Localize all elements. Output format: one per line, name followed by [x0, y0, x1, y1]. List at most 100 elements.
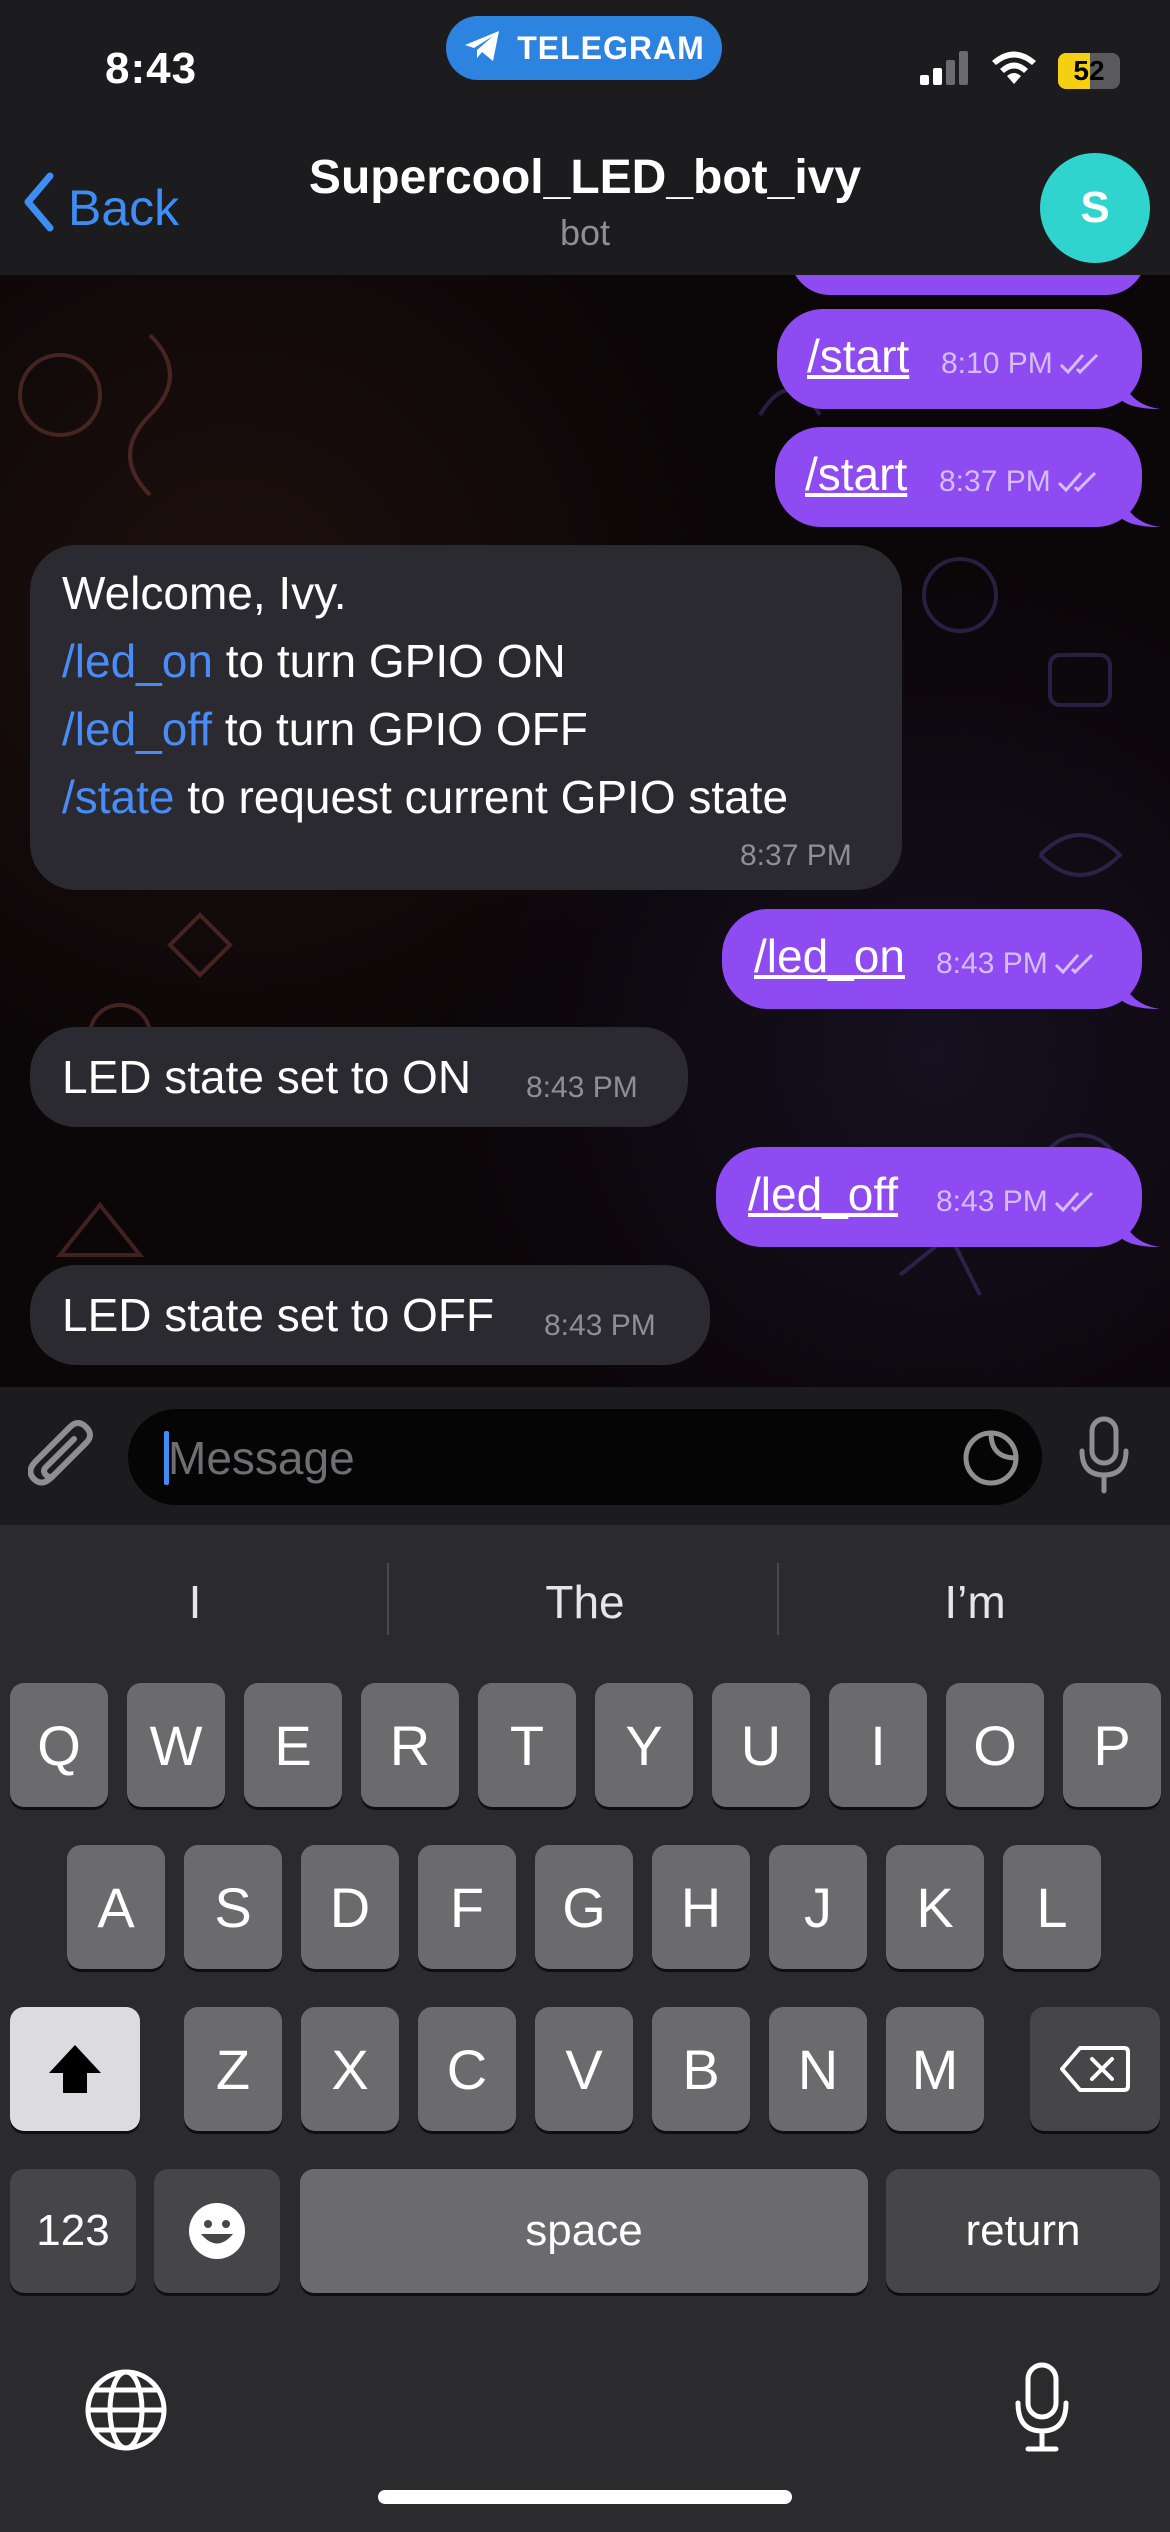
message-text[interactable]: /led_off — [748, 1167, 898, 1221]
telegram-pill-label: TELEGRAM — [517, 29, 705, 66]
incoming-message[interactable]: LED state set to OFF 8:43 PM — [30, 1265, 710, 1365]
key-f[interactable]: F — [418, 1845, 516, 1969]
key-o[interactable]: O — [946, 1683, 1044, 1807]
numbers-key[interactable]: 123 — [10, 2169, 136, 2293]
key-k[interactable]: K — [886, 1845, 984, 1969]
message-meta: 8:43 PM — [936, 1185, 1098, 1219]
message-time: 8:37 PM — [939, 465, 1051, 498]
key-t[interactable]: T — [478, 1683, 576, 1807]
message-time: 8:43 PM — [936, 1185, 1048, 1218]
key-a[interactable]: A — [67, 1845, 165, 1969]
space-key[interactable]: space — [300, 2169, 868, 2293]
key-s[interactable]: S — [184, 1845, 282, 1969]
message-time: 8:43 PM — [526, 1071, 638, 1104]
battery-indicator: 52 — [1058, 52, 1120, 89]
suggestion-2[interactable]: The — [390, 1575, 780, 1629]
key-j[interactable]: J — [769, 1845, 867, 1969]
avatar[interactable]: S — [1040, 153, 1150, 263]
incoming-message[interactable]: Welcome, Ivy. /led_on to turn GPIO ON /l… — [30, 545, 902, 890]
emoji-icon — [189, 2203, 245, 2259]
message-text[interactable]: /led_on — [754, 929, 905, 983]
telegram-app-pill[interactable]: TELEGRAM — [446, 16, 722, 80]
welcome-message-body: Welcome, Ivy. /led_on to turn GPIO ON /l… — [62, 559, 788, 831]
chat-subtitle: bot — [559, 212, 611, 253]
key-u[interactable]: U — [712, 1683, 810, 1807]
message-text[interactable]: /start — [805, 447, 907, 501]
key-r[interactable]: R — [361, 1683, 459, 1807]
chat-title[interactable]: Supercool_LED_bot_ivy — [0, 150, 1170, 205]
bubble-tail — [1120, 369, 1160, 409]
key-c[interactable]: C — [418, 2007, 516, 2131]
message-placeholder: Message — [168, 1432, 355, 1484]
key-h[interactable]: H — [652, 1845, 750, 1969]
double-check-icon — [1057, 471, 1096, 493]
double-check-icon — [1054, 1191, 1093, 1213]
message-meta: 8:10 PM — [941, 347, 1103, 381]
key-i[interactable]: I — [829, 1683, 927, 1807]
key-z[interactable]: Z — [184, 2007, 282, 2131]
message-meta: 8:37 PM — [939, 465, 1101, 499]
message-line: Welcome, Ivy. — [62, 567, 347, 619]
message-bubble-partial — [790, 275, 1146, 295]
command-link-led-on[interactable]: /led_on — [62, 635, 213, 687]
command-link-state[interactable]: /state — [62, 771, 175, 823]
status-time: 8:43 — [105, 44, 198, 93]
bubble-tail — [1120, 487, 1160, 527]
key-e[interactable]: E — [244, 1683, 342, 1807]
message-time: 8:43 PM — [544, 1309, 656, 1342]
bubble-tail — [1120, 1207, 1160, 1247]
backspace-icon — [1060, 2046, 1130, 2092]
suggestion-1[interactable]: I — [0, 1575, 390, 1629]
outgoing-message[interactable]: /start 8:37 PM — [775, 427, 1142, 527]
message-time: 8:43 PM — [936, 947, 1048, 980]
suggestion-divider — [777, 1563, 779, 1635]
key-d[interactable]: D — [301, 1845, 399, 1969]
keyboard: I The I’m Q W E R T Y U I O P A S D F G … — [0, 1525, 1170, 2532]
command-link-led-off[interactable]: /led_off — [62, 703, 212, 755]
home-indicator[interactable] — [378, 2490, 792, 2504]
outgoing-message[interactable]: /start 8:10 PM — [777, 309, 1142, 409]
message-text[interactable]: /start — [807, 329, 909, 383]
key-x[interactable]: X — [301, 2007, 399, 2131]
key-v[interactable]: V — [535, 2007, 633, 2131]
return-key[interactable]: return — [886, 2169, 1160, 2293]
attach-paperclip-icon[interactable] — [27, 1419, 100, 1502]
emoji-key[interactable] — [154, 2169, 280, 2293]
suggestion-divider — [387, 1563, 389, 1635]
sticker-icon[interactable] — [962, 1429, 1020, 1492]
shift-arrow-icon — [49, 2045, 101, 2093]
key-l[interactable]: L — [1003, 1845, 1101, 1969]
key-q[interactable]: Q — [10, 1683, 108, 1807]
battery-level: 52 — [1073, 54, 1105, 86]
wifi-icon — [990, 50, 1038, 91]
double-check-icon — [1059, 353, 1098, 375]
message-input-bar: Message — [0, 1387, 1170, 1525]
key-m[interactable]: M — [886, 2007, 984, 2131]
message-text: LED state set to ON — [62, 1051, 472, 1103]
key-w[interactable]: W — [127, 1683, 225, 1807]
message-time: 8:10 PM — [941, 347, 1053, 380]
key-p[interactable]: P — [1063, 1683, 1161, 1807]
outgoing-message[interactable]: /led_on 8:43 PM — [722, 909, 1142, 1009]
outgoing-message[interactable]: /led_off 8:43 PM — [716, 1147, 1142, 1247]
shift-key[interactable] — [10, 2007, 140, 2131]
microphone-icon[interactable] — [1076, 1415, 1132, 1500]
key-n[interactable]: N — [769, 2007, 867, 2131]
double-check-icon — [1054, 953, 1093, 975]
key-g[interactable]: G — [535, 1845, 633, 1969]
message-input[interactable]: Message — [128, 1409, 1042, 1505]
key-y[interactable]: Y — [595, 1683, 693, 1807]
incoming-message[interactable]: LED state set to ON 8:43 PM — [30, 1027, 688, 1127]
suggestion-3[interactable]: I’m — [780, 1575, 1170, 1629]
chat-area[interactable]: /start 8:10 PM /start 8:37 PM Welcome, I… — [0, 275, 1170, 1387]
telegram-icon — [463, 28, 503, 69]
globe-icon[interactable] — [84, 2368, 168, 2457]
top-bar: 8:43 TELEGRAM 52 Back Supercool_LED_bot_… — [0, 0, 1170, 275]
cellular-signal-icon — [920, 51, 970, 90]
dictation-microphone-icon[interactable] — [1012, 2361, 1072, 2458]
message-meta: 8:43 PM — [936, 947, 1098, 981]
delete-key[interactable] — [1030, 2007, 1160, 2131]
key-b[interactable]: B — [652, 2007, 750, 2131]
message-time: 8:37 PM — [740, 839, 852, 872]
status-icons: 52 — [920, 50, 1120, 91]
